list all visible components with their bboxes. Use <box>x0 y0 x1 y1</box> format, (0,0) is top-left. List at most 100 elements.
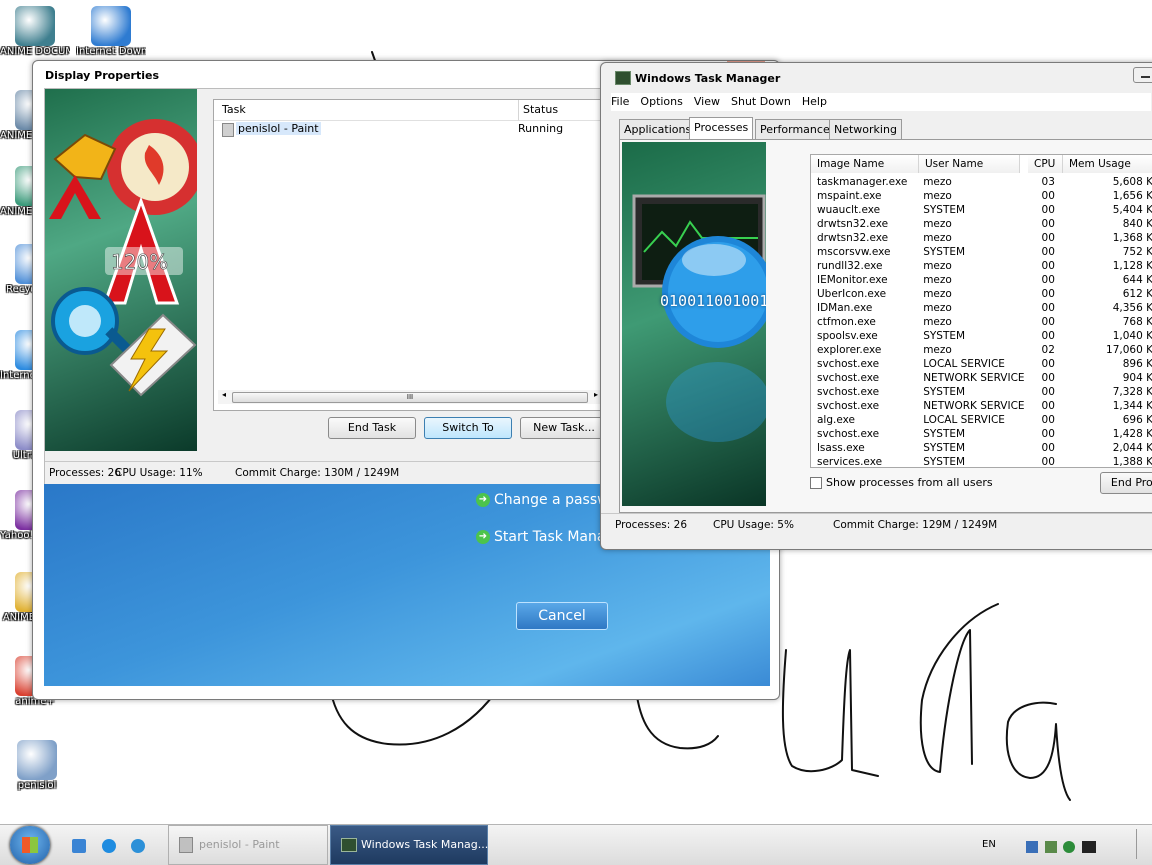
table-row[interactable]: IEMonitor.exe mezo 00 644 K <box>817 273 1152 287</box>
mem-usage-cell: 1,344 K <box>1112 400 1152 412</box>
svg-text:120%: 120% <box>111 250 168 274</box>
end-task-button[interactable]: End Task <box>328 417 416 439</box>
user-name-header[interactable]: User Name <box>919 155 1020 173</box>
menu-item[interactable]: View <box>694 95 720 108</box>
cpu-cell: 00 <box>1041 414 1055 426</box>
image-name-cell: explorer.exe <box>817 344 882 356</box>
table-row[interactable]: svchost.exe SYSTEM 00 1,428 K <box>817 427 1152 441</box>
cpu-cell: 00 <box>1041 358 1055 370</box>
cpu-cell: 00 <box>1041 302 1055 314</box>
commit-charge: Commit Charge: 129M / 1249M <box>833 519 998 531</box>
table-row[interactable]: ctfmon.exe mezo 00 768 K <box>817 315 1152 329</box>
image-name-header[interactable]: Image Name <box>811 155 919 173</box>
tray-uber-icon[interactable] <box>1081 841 1096 853</box>
tray-app-icon[interactable] <box>1063 841 1075 853</box>
table-row[interactable]: svchost.exe NETWORK SERVICE 00 904 K <box>817 371 1152 385</box>
image-name-cell: rundll32.exe <box>817 260 883 272</box>
table-row[interactable]: drwtsn32.exe mezo 00 1,368 K <box>817 231 1152 245</box>
scroll-right-icon[interactable]: ▸ <box>594 390 598 399</box>
table-row[interactable]: taskmanager.exe mezo 03 5,608 K <box>817 175 1152 189</box>
desktop-icon[interactable]: ANIME DOCUMENTS <box>0 6 70 57</box>
table-row[interactable]: alg.exe LOCAL SERVICE 00 696 K <box>817 413 1152 427</box>
processes-count: Processes: 26 <box>615 519 687 531</box>
menu-item[interactable]: Shut Down <box>731 95 791 108</box>
image-name-cell: spoolsv.exe <box>817 330 878 342</box>
back-cpu-usage: CPU Usage: 11% <box>115 467 203 479</box>
image-name-cell: svchost.exe <box>817 386 880 398</box>
mem-usage-header[interactable]: Mem Usage <box>1063 155 1152 173</box>
system-tray <box>1026 841 1096 856</box>
table-row[interactable]: spoolsv.exe SYSTEM 00 1,040 K <box>817 329 1152 343</box>
image-name-cell: svchost.exe <box>817 372 880 384</box>
language-indicator[interactable]: EN <box>982 839 996 850</box>
title-bar[interactable]: Windows Task Manager <box>601 63 1152 91</box>
browser-icon[interactable] <box>131 839 145 853</box>
table-row[interactable]: svchost.exe LOCAL SERVICE 00 896 K <box>817 357 1152 371</box>
table-row[interactable]: rundll32.exe mezo 00 1,128 K <box>817 259 1152 273</box>
user-name-cell: mezo <box>923 274 952 286</box>
minimize-button[interactable] <box>1133 67 1152 83</box>
menu-item[interactable]: Options <box>640 95 682 108</box>
new-task-button[interactable]: New Task... <box>520 417 608 439</box>
switch-to-button[interactable]: Switch To <box>424 417 512 439</box>
taskbar-item-task-manager[interactable]: Windows Task Manag... <box>330 825 488 865</box>
monitor-globe-icon <box>632 194 766 442</box>
cancel-button[interactable]: Cancel <box>516 602 608 630</box>
scroll-left-icon[interactable]: ◂ <box>222 390 226 399</box>
tray-monitor-icon[interactable] <box>1026 841 1038 853</box>
table-row[interactable]: mspaint.exe mezo 00 1,656 K <box>817 189 1152 203</box>
tab-processes[interactable]: Processes <box>689 117 754 139</box>
task-column-header[interactable]: Task <box>214 100 519 121</box>
tab-performance[interactable]: Performance <box>755 119 835 139</box>
tab-applications[interactable]: Applications <box>619 119 697 139</box>
tray-network-icon[interactable] <box>1044 841 1057 853</box>
tab-networking[interactable]: Networking <box>829 119 902 139</box>
user-name-cell: mezo <box>923 288 952 300</box>
desktop-icon[interactable]: Internet Download Manager <box>76 6 146 57</box>
table-row[interactable]: lsass.exe SYSTEM 00 2,044 K <box>817 441 1152 455</box>
image-name-cell: IDMan.exe <box>817 302 873 314</box>
table-row[interactable]: svchost.exe SYSTEM 00 7,328 K <box>817 385 1152 399</box>
menu-item[interactable]: File <box>611 95 629 108</box>
table-row[interactable]: wuauclt.exe SYSTEM 00 5,404 K <box>817 203 1152 217</box>
cpu-cell: 00 <box>1041 316 1055 328</box>
desktop-icon[interactable]: penislol <box>2 740 72 791</box>
app-collage-icon: 120% <box>49 119 197 397</box>
process-list[interactable]: Image Name User Name CPU Mem Usage taskm… <box>810 154 1152 468</box>
mem-usage-cell: 1,040 K <box>1112 330 1152 342</box>
table-row[interactable]: explorer.exe mezo 02 17,060 K <box>817 343 1152 357</box>
user-name-cell: SYSTEM <box>923 204 966 216</box>
mem-usage-cell: 2,044 K <box>1112 442 1152 454</box>
user-name-cell: SYSTEM <box>923 428 966 440</box>
menu-item[interactable]: Help <box>802 95 827 108</box>
task-manager-window[interactable]: Windows Task Manager File Options View Shut… <box>600 62 1152 550</box>
image-name-cell: svchost.exe <box>817 358 880 370</box>
horizontal-scrollbar[interactable]: ◂ III ▸ <box>218 390 602 404</box>
task-row[interactable]: penislol - Paint Running <box>220 122 600 137</box>
end-process-button[interactable]: End Process <box>1100 472 1152 494</box>
checkbox-box[interactable] <box>810 477 822 489</box>
user-name-cell: mezo <box>923 190 952 202</box>
show-desktop-icon[interactable] <box>72 839 86 853</box>
show-all-users-checkbox[interactable]: Show processes from all users <box>810 476 993 489</box>
status-column-header[interactable]: Status <box>519 100 610 121</box>
table-row[interactable]: mscorsvw.exe SYSTEM 00 752 K <box>817 245 1152 259</box>
start-button[interactable] <box>10 826 50 864</box>
mem-usage-cell: 1,656 K <box>1112 190 1152 202</box>
user-name-cell: NETWORK SERVICE <box>923 400 1025 412</box>
table-row[interactable]: drwtsn32.exe mezo 00 840 K <box>817 217 1152 231</box>
image-name-cell: svchost.exe <box>817 400 880 412</box>
taskbar-item-paint-label: penislol - Paint <box>199 838 280 851</box>
taskbar-item-paint[interactable]: penislol - Paint <box>168 825 328 865</box>
task-list[interactable]: Task Status penislol - Paint Running ◂ I… <box>213 99 610 411</box>
table-row[interactable]: services.exe SYSTEM 00 1,388 K <box>817 455 1152 467</box>
image-name-cell: taskmanager.exe <box>817 176 908 188</box>
scroll-thumb[interactable]: III <box>232 392 588 403</box>
table-row[interactable]: UberIcon.exe mezo 00 612 K <box>817 287 1152 301</box>
table-row[interactable]: IDMan.exe mezo 00 4,356 K <box>817 301 1152 315</box>
cpu-header[interactable]: CPU <box>1028 155 1063 173</box>
table-row[interactable]: svchost.exe NETWORK SERVICE 00 1,344 K <box>817 399 1152 413</box>
internet-explorer-icon[interactable] <box>101 839 116 853</box>
task-manager-taskbar-icon <box>341 838 357 852</box>
status-bar: Processes: 26 CPU Usage: 5% Commit Charg… <box>601 513 1152 536</box>
